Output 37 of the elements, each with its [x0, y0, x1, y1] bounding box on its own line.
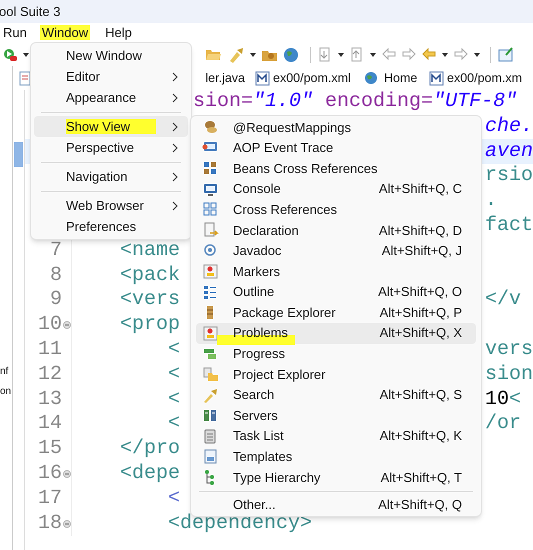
code-text: sion	[485, 362, 533, 387]
code-text: che.	[485, 114, 533, 139]
code-text: <	[168, 338, 180, 362]
line-number: 11	[38, 338, 62, 361]
code-text: </v	[485, 288, 522, 312]
code-text: <dependency>	[168, 512, 312, 536]
code-text: <	[168, 362, 180, 387]
code-text: /or	[485, 412, 522, 436]
code-text: rsio	[485, 164, 533, 188]
code-text: fact	[485, 214, 533, 238]
code-text: </pro	[120, 437, 180, 462]
code-text: sion="1.0" encoding="UTF-8"	[193, 90, 518, 114]
line-number: 15	[38, 437, 62, 460]
line-number: 18	[38, 512, 62, 535]
line-number: 13	[38, 388, 62, 411]
code-text: .	[485, 189, 498, 214]
line-number: 8	[50, 264, 62, 287]
line-number: 14	[38, 412, 62, 436]
line-number: 9	[50, 288, 62, 312]
code-text: <	[168, 486, 180, 511]
code-text: <	[168, 412, 180, 436]
line-number: 16	[38, 462, 62, 485]
code-text: <name	[120, 238, 180, 263]
code-text: <prop	[120, 313, 180, 338]
code-text: <depe	[120, 462, 180, 486]
code-text: aven	[485, 140, 533, 164]
panel-text: nf	[0, 365, 10, 379]
line-number: 10	[38, 313, 62, 336]
code-text: 10<	[485, 388, 522, 412]
line-number: 17	[38, 486, 62, 510]
code-text: <pack	[120, 264, 180, 288]
line-number: 12	[38, 362, 62, 386]
code-text: <vers	[120, 288, 180, 312]
code-text: <	[168, 388, 180, 412]
code-text: vers	[485, 338, 533, 362]
panel-text: on	[0, 385, 12, 399]
line-number: 7	[50, 238, 62, 262]
